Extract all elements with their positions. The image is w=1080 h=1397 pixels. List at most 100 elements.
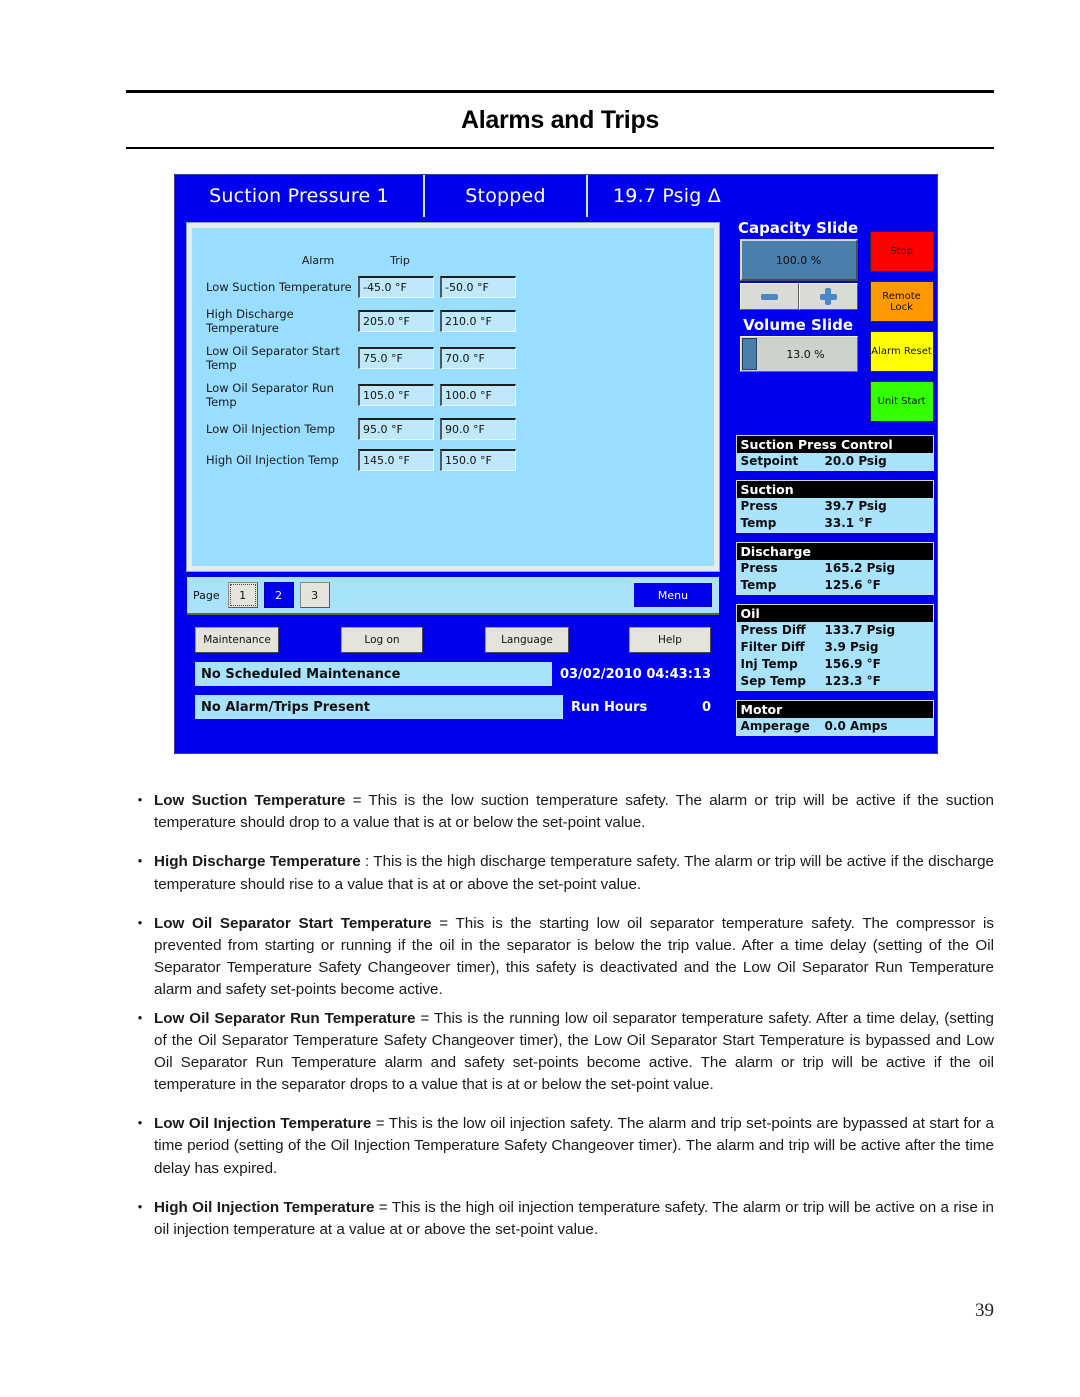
row-label: Low Suction Temperature xyxy=(206,280,352,294)
alarm-value-field[interactable]: 145.0 °F xyxy=(358,449,434,471)
readout-key: Press xyxy=(740,499,778,513)
volume-slide-value: 13.0 % xyxy=(786,347,825,361)
alarm-value-field[interactable]: 75.0 °F xyxy=(358,347,434,369)
alarm-value-field[interactable]: 95.0 °F xyxy=(358,418,434,440)
hmi-left-column: Alarm Trip Low Suction Temperature -45.0… xyxy=(175,217,728,753)
trip-value-field[interactable]: 100.0 °F xyxy=(440,384,516,406)
hmi-body: Alarm Trip Low Suction Temperature -45.0… xyxy=(175,217,937,753)
help-button[interactable]: Help xyxy=(629,627,711,653)
alarm-reset-button[interactable]: Alarm Reset xyxy=(869,331,934,372)
readout-row: Amperage 0.0 Amps xyxy=(737,718,933,735)
trip-value-field[interactable]: 90.0 °F xyxy=(440,418,516,440)
alarm-status-row: No Alarm/Trips Present Run Hours 0 xyxy=(187,695,719,719)
volume-slide-bar[interactable]: 13.0 % xyxy=(739,336,858,372)
readout-value: 123.3 °F xyxy=(824,674,881,688)
column-header-trip: Trip xyxy=(390,254,410,267)
trip-value-field[interactable]: 210.0 °F xyxy=(440,310,516,332)
readout-row: Press 39.7 Psig xyxy=(737,498,933,515)
readout-row: Sep Temp 123.3 °F xyxy=(737,673,933,690)
maintenance-status-row: No Scheduled Maintenance 03/02/2010 04:4… xyxy=(187,662,719,686)
alarm-trip-card: Alarm Trip Low Suction Temperature -45.0… xyxy=(186,222,720,572)
readout-value: 33.1 °F xyxy=(824,516,873,530)
alarm-trip-table: Alarm Trip Low Suction Temperature -45.0… xyxy=(192,254,714,471)
list-item-text: Low Oil Separator Run Temperature = This… xyxy=(154,1008,994,1097)
bullet-marker: • xyxy=(137,853,143,869)
readout-row: Inj Temp 156.9 °F xyxy=(737,656,933,673)
readout-row: Press 165.2 Psig xyxy=(737,560,933,577)
log-on-button[interactable]: Log on xyxy=(341,627,423,653)
page-button-3[interactable]: 3 xyxy=(299,582,330,608)
row-label: High Oil Injection Temp xyxy=(206,453,339,467)
readout-value: 133.7 Psig xyxy=(824,623,896,637)
list-item: • Low Oil Separator Start Temperature = … xyxy=(126,913,994,1002)
menu-button[interactable]: Menu xyxy=(633,582,713,608)
readout-key: Filter Diff xyxy=(740,640,805,654)
list-item: • Low Oil Injection Temperature = This i… xyxy=(126,1113,994,1180)
readout-key: Setpoint xyxy=(740,454,799,468)
readout-value: 125.6 °F xyxy=(824,578,881,592)
readout-value: 0.0 Amps xyxy=(824,719,888,733)
readout-row: Press Diff 133.7 Psig xyxy=(737,622,933,639)
volume-slide-fill xyxy=(741,338,757,370)
readout-key: Temp xyxy=(740,578,777,592)
list-item: • High Discharge Temperature : This is t… xyxy=(126,851,994,895)
trip-value-field[interactable]: 70.0 °F xyxy=(440,347,516,369)
hmi-header-title: Suction Pressure 1 xyxy=(175,175,423,217)
group-motor: Motor Amperage 0.0 Amps xyxy=(735,700,934,736)
column-header-alarm: Alarm xyxy=(301,254,335,267)
alarm-status-text: No Alarm/Trips Present xyxy=(195,695,563,719)
readout-row: Temp 33.1 °F xyxy=(737,515,933,532)
datetime-readout: 03/02/2010 04:43:13 xyxy=(559,666,711,682)
group-title: Motor xyxy=(736,701,933,718)
alarm-value-field[interactable]: 105.0 °F xyxy=(358,384,434,406)
readout-key: Inj Temp xyxy=(740,657,798,671)
group-title: Suction xyxy=(736,481,933,498)
page-nav-label: Page xyxy=(193,588,220,602)
readout-row: Setpoint 20.0 Psig xyxy=(737,453,933,470)
list-item-text: Low Oil Injection Temperature = This is … xyxy=(154,1113,994,1180)
maintenance-button[interactable]: Maintenance xyxy=(195,627,279,653)
action-button-row: Maintenance Log on Language Help xyxy=(187,617,719,653)
hmi-header-filler xyxy=(738,175,937,217)
page-number: 39 xyxy=(975,1300,994,1321)
language-button[interactable]: Language xyxy=(485,627,569,653)
list-item-term: Low Oil Separator Run Temperature xyxy=(154,1009,416,1027)
hmi-right-column: Capacity Slide 100.0 % Volume Slide 13.0… xyxy=(728,217,937,753)
row-label: Low Oil Separator Start Temp xyxy=(206,344,340,372)
readout-key: Press xyxy=(740,561,778,575)
list-item-text: Low Suction Temperature = This is the lo… xyxy=(154,790,994,834)
alarm-value-field[interactable]: 205.0 °F xyxy=(358,310,434,332)
page-button-2[interactable]: 2 xyxy=(263,582,294,608)
list-item-term: High Oil Injection Temperature xyxy=(154,1198,375,1216)
bullet-marker: • xyxy=(137,914,143,930)
readout-key: Amperage xyxy=(740,719,810,733)
run-hours-label: Run Hours xyxy=(571,699,648,715)
group-discharge: Discharge Press 165.2 Psig Temp 125.6 °F xyxy=(735,542,934,595)
capacity-increase-button[interactable] xyxy=(798,283,858,310)
list-item-term: Low Oil Injection Temperature xyxy=(154,1115,372,1133)
capacity-decrease-button[interactable] xyxy=(739,283,799,310)
group-title: Suction Press Control xyxy=(736,436,933,453)
list-item-text: High Oil Injection Temperature = This is… xyxy=(154,1197,994,1241)
title-block: Alarms and Trips xyxy=(126,90,994,149)
readout-key: Temp xyxy=(740,516,777,530)
title-rule-bottom xyxy=(126,147,994,149)
maintenance-status-text: No Scheduled Maintenance xyxy=(195,662,552,686)
capacity-slide-bar[interactable]: 100.0 % xyxy=(739,239,858,281)
group-title: Oil xyxy=(736,605,933,622)
stop-button[interactable]: Stop xyxy=(869,231,934,272)
description-list: • Low Suction Temperature = This is the … xyxy=(126,790,994,1258)
list-item: • High Oil Injection Temperature = This … xyxy=(126,1197,994,1241)
trip-value-field[interactable]: -50.0 °F xyxy=(440,276,516,298)
document-page: Alarms and Trips Suction Pressure 1 Stop… xyxy=(0,0,1080,1397)
volume-slide-title: Volume Slide xyxy=(743,316,854,334)
row-label: Low Oil Injection Temp xyxy=(206,422,336,436)
readout-row: Temp 125.6 °F xyxy=(737,577,933,594)
readout-value: 165.2 Psig xyxy=(824,561,896,575)
remote-lock-button[interactable]: Remote Lock xyxy=(869,281,934,322)
alarm-value-field[interactable]: -45.0 °F xyxy=(358,276,434,298)
unit-start-button[interactable]: Unit Start xyxy=(869,381,934,422)
readout-key: Press Diff xyxy=(740,623,806,637)
trip-value-field[interactable]: 150.0 °F xyxy=(440,449,516,471)
page-button-1[interactable]: 1 xyxy=(227,582,258,608)
